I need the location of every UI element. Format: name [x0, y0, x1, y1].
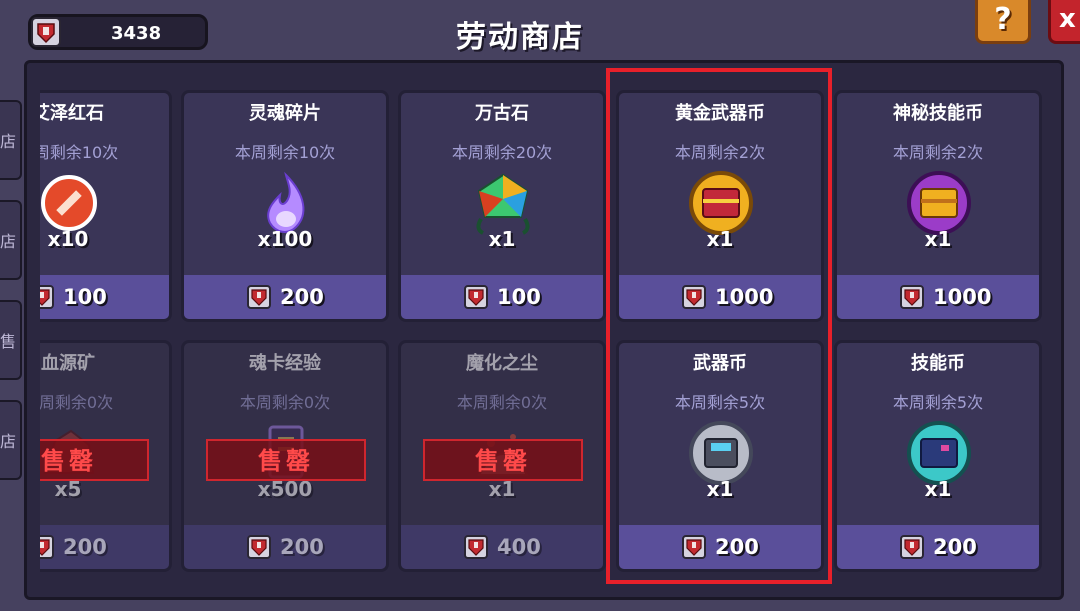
price-bar[interactable]: 100 [40, 275, 169, 319]
item-name: 万古石 [475, 103, 529, 124]
shop-item-card[interactable]: 魂卡经验 本周剩余0次 x500 售罄 200 [181, 340, 389, 572]
item-name: 神秘技能币 [893, 103, 983, 124]
labor-badge-icon [247, 285, 271, 309]
shop-item-card[interactable]: 技能币本周剩余5次 x1 200 [834, 340, 1042, 572]
shop-item-card[interactable]: 神秘技能币本周剩余2次 x1 1000 [834, 90, 1042, 322]
side-tab-3[interactable]: 售 [0, 300, 22, 380]
item-weekly-limit: 本周剩余5次 [892, 393, 984, 412]
item-name: 魂卡经验 [249, 353, 321, 374]
labor-badge-icon [40, 285, 54, 309]
shop-grid: 艾泽红石本周剩余10次 x10 100 灵魂碎片本周剩余10次 x100 200 万古石本周… [40, 88, 1045, 578]
shop-item-card[interactable]: 艾泽红石本周剩余10次 x10 100 [40, 90, 172, 322]
item-weekly-limit: 本周剩余2次 [892, 143, 984, 162]
item-weekly-limit: 本周剩余20次 [451, 143, 553, 162]
item-quantity: x1 [924, 477, 952, 501]
shop-window: 店 店 售 店 3438 劳动商店 ? x 艾泽红石本周剩余10次 x10 100 灵… [0, 0, 1080, 611]
item-price: 100 [497, 285, 541, 309]
currency-value: 3438 [111, 23, 162, 44]
labor-badge-icon [682, 285, 706, 309]
item-weekly-limit: 本周剩余5次 [674, 393, 766, 412]
shop-item-card[interactable]: 万古石本周剩余20次 x1 100 [398, 90, 606, 322]
item-name: 技能币 [911, 353, 965, 374]
item-price: 200 [63, 535, 107, 559]
item-price: 200 [715, 535, 759, 559]
item-quantity: x1 [924, 227, 952, 251]
item-price: 200 [933, 535, 977, 559]
item-name: 魔化之尘 [466, 353, 538, 374]
price-bar[interactable]: 200 [619, 525, 821, 569]
price-bar[interactable]: 1000 [837, 275, 1039, 319]
side-tab-1[interactable]: 店 [0, 100, 22, 180]
price-bar[interactable]: 200 [184, 275, 386, 319]
shop-item-card[interactable]: 黄金武器币本周剩余2次 x1 1000 [616, 90, 824, 322]
price-bar[interactable]: 200 [184, 525, 386, 569]
labor-badge-icon [900, 535, 924, 559]
page-title: 劳动商店 [456, 20, 584, 55]
item-weekly-limit: 本周剩余10次 [40, 143, 119, 162]
labor-badge-icon [464, 285, 488, 309]
side-tabs: 店 店 售 店 [0, 60, 22, 520]
labor-badge-icon [247, 535, 271, 559]
item-price: 100 [63, 285, 107, 309]
labor-badge-icon [464, 535, 488, 559]
item-name: 黄金武器币 [675, 103, 765, 124]
sold-out-label: 售罄 [206, 439, 366, 481]
close-button[interactable]: x [1048, 0, 1080, 44]
side-tab-2[interactable]: 店 [0, 200, 22, 280]
item-name: 艾泽红石 [40, 103, 104, 124]
price-bar[interactable]: 400 [401, 525, 603, 569]
item-name: 血源矿 [41, 353, 95, 374]
item-price: 200 [280, 285, 324, 309]
help-button[interactable]: ? [975, 0, 1031, 44]
currency-display: 3438 [28, 14, 208, 50]
item-quantity: x10 [47, 227, 89, 251]
side-tab-4[interactable]: 店 [0, 400, 22, 480]
shop-item-card[interactable]: 灵魂碎片本周剩余10次 x100 200 [181, 90, 389, 322]
price-bar[interactable]: 100 [401, 275, 603, 319]
item-quantity: x100 [257, 227, 313, 251]
sold-out-label: 售罄 [40, 439, 149, 481]
item-price: 1000 [715, 285, 774, 309]
item-weekly-limit: 本周剩余0次 [239, 393, 331, 412]
labor-badge-icon [40, 535, 54, 559]
price-bar[interactable]: 200 [40, 525, 169, 569]
item-name: 武器币 [693, 353, 747, 374]
price-bar[interactable]: 200 [837, 525, 1039, 569]
shop-item-card[interactable]: 武器币本周剩余5次 x1 200 [616, 340, 824, 572]
price-bar[interactable]: 1000 [619, 275, 821, 319]
item-weekly-limit: 本周剩余0次 [456, 393, 548, 412]
labor-badge-icon [900, 285, 924, 309]
item-weekly-limit: 本周剩余0次 [40, 393, 114, 412]
item-quantity: x1 [488, 227, 516, 251]
labor-badge-icon [31, 17, 61, 47]
labor-badge-icon [682, 535, 706, 559]
item-price: 400 [497, 535, 541, 559]
item-price: 200 [280, 535, 324, 559]
item-price: 1000 [933, 285, 992, 309]
item-quantity: x1 [706, 227, 734, 251]
item-name: 灵魂碎片 [249, 103, 321, 124]
shop-item-card[interactable]: 魔化之尘 本周剩余0次 x1 售罄 400 [398, 340, 606, 572]
item-quantity: x1 [706, 477, 734, 501]
shop-item-card[interactable]: 血源矿本周剩余0次x5售罄200 [40, 340, 172, 572]
item-weekly-limit: 本周剩余10次 [234, 143, 336, 162]
sold-out-label: 售罄 [423, 439, 583, 481]
item-weekly-limit: 本周剩余2次 [674, 143, 766, 162]
